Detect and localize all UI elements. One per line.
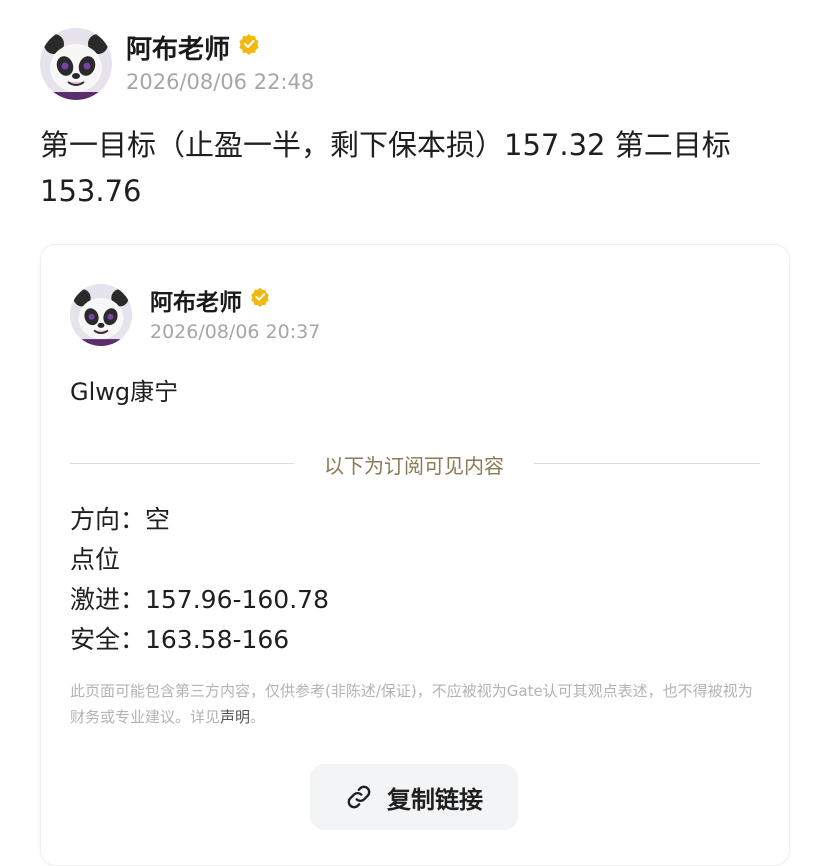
author-avatar[interactable] xyxy=(40,28,112,100)
disclaimer-end: 。 xyxy=(250,708,266,726)
post-body: 第一目标（止盈一半，剩下保本损）157.32 第二目标 153.76 xyxy=(40,122,800,214)
signal-lines: 方向：空 点位 激进：157.96-160.78 安全：163.58-166 xyxy=(70,500,329,660)
disclaimer-link[interactable]: 声明 xyxy=(220,708,250,726)
verified-badge-icon xyxy=(250,287,270,313)
signal-line: 激进：157.96-160.78 xyxy=(70,585,329,614)
verified-badge-icon xyxy=(238,32,260,62)
link-icon xyxy=(345,783,373,811)
quoted-author-avatar[interactable] xyxy=(70,284,132,346)
post-text-line: 153.76 xyxy=(40,174,142,208)
author-name[interactable]: 阿布老师 xyxy=(126,30,260,65)
quoted-author-name[interactable]: 阿布老师 xyxy=(150,284,270,316)
panda-avatar-icon xyxy=(40,28,112,100)
divider-left xyxy=(70,463,294,464)
quoted-author-name-text: 阿布老师 xyxy=(150,290,242,316)
signal-line: 方向：空 xyxy=(70,505,171,534)
copy-link-label: 复制链接 xyxy=(387,785,483,814)
divider-right xyxy=(534,463,760,464)
subscriber-divider-label: 以下为订阅可见内容 xyxy=(324,454,504,478)
signal-line: 点位 xyxy=(70,545,121,574)
post-text-line: 第一目标（止盈一半，剩下保本损）157.32 第二目标 xyxy=(40,128,731,162)
signal-line: 安全：163.58-166 xyxy=(70,625,290,654)
quoted-message: Glwg康宁 xyxy=(70,378,179,406)
panda-avatar-icon xyxy=(70,284,132,346)
disclaimer-text: 此页面可能包含第三方内容，仅供参考(非陈述/保证)，不应被视为Gate认可其观点… xyxy=(70,682,753,726)
disclaimer: 此页面可能包含第三方内容，仅供参考(非陈述/保证)，不应被视为Gate认可其观点… xyxy=(70,678,760,730)
copy-link-button[interactable]: 复制链接 xyxy=(310,764,518,830)
author-name-text: 阿布老师 xyxy=(126,34,231,65)
post-timestamp: 2026/08/06 22:48 xyxy=(126,70,315,94)
quoted-timestamp: 2026/08/06 20:37 xyxy=(150,321,321,343)
